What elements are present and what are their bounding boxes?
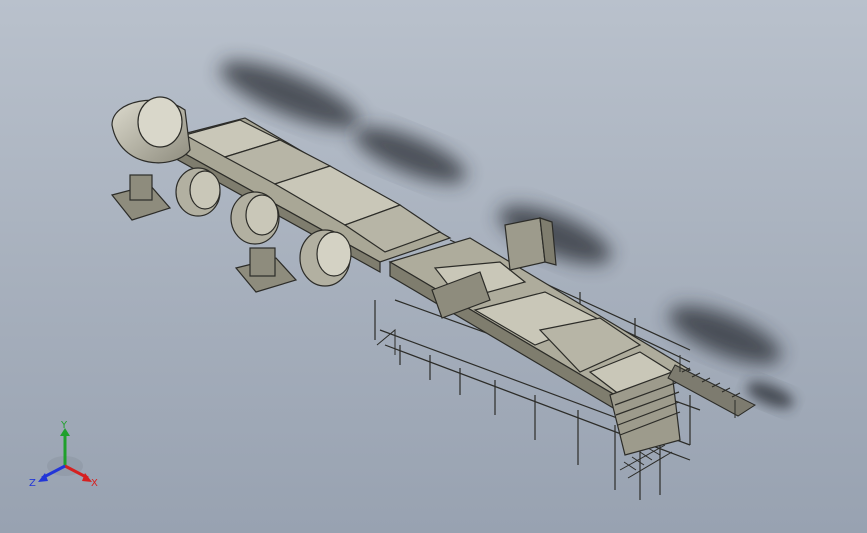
- 3d-model-canvas[interactable]: Y X Z: [0, 0, 867, 533]
- y-axis-label: Y: [60, 420, 68, 431]
- x-axis-label: X: [91, 478, 98, 489]
- cad-viewport[interactable]: Y X Z: [0, 0, 867, 533]
- z-axis-label: Z: [29, 478, 36, 489]
- axis-triad[interactable]: Y X Z: [29, 420, 98, 489]
- cast-shadow: [220, 61, 794, 409]
